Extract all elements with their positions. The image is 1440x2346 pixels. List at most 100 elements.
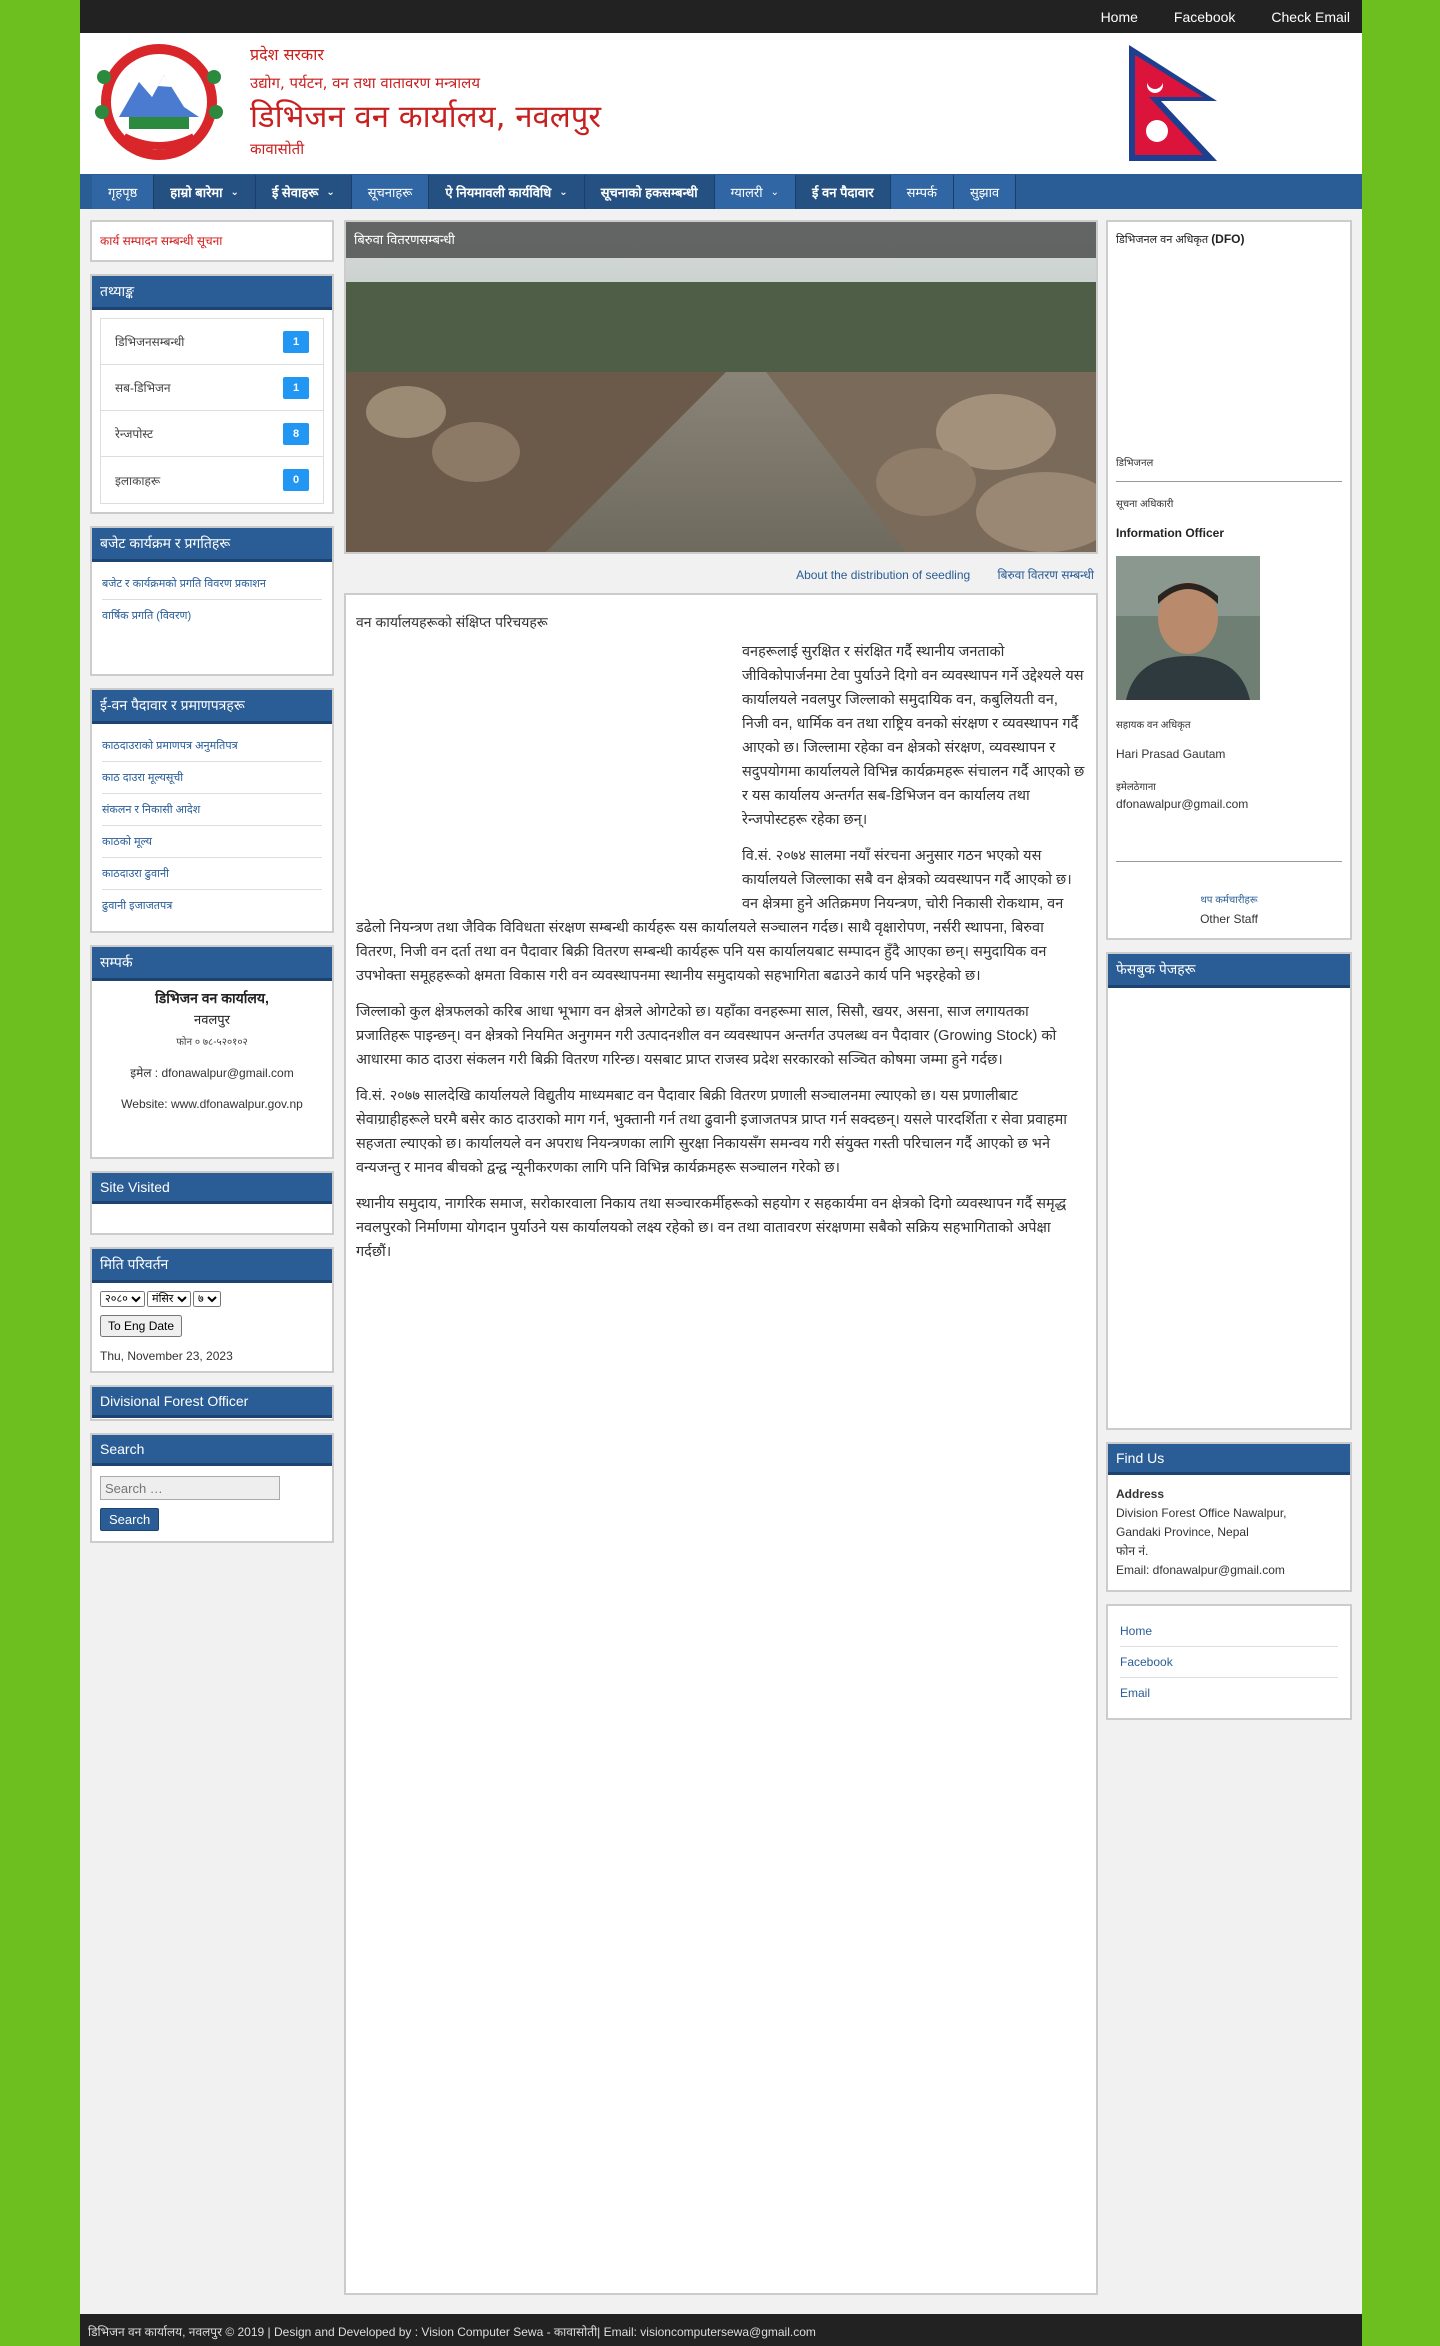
nav-item-label: ई वन पैदावार [812, 185, 874, 200]
top-link-facebook[interactable]: Facebook [1174, 9, 1235, 25]
nav-item[interactable]: सूचनाको हकसम्बन्धी [584, 175, 715, 209]
date-converter-form: २०८० मंसिर ७ To Eng Date Thu, November 23,… [92, 1283, 332, 1371]
search-button[interactable]: Search [100, 1508, 160, 1531]
nav-item[interactable]: ई सेवाहरू ⌄ [255, 175, 352, 209]
slide-links: About the distribution of seedling बिरुव… [344, 554, 1098, 593]
nav-item[interactable]: सम्पर्क [890, 175, 954, 209]
site-visited-title: Site Visited [92, 1173, 332, 1204]
eforest-link[interactable]: काठ दाउरा मूल्यसूची [102, 762, 322, 794]
day-select[interactable]: ७ [193, 1291, 221, 1307]
nav-item[interactable]: सूचनाहरू [351, 175, 430, 209]
nav-item-label: सूचनाको हकसम्बन्धी [600, 185, 698, 200]
contact-phone: फोन ० ७८-५२०१०२ [176, 1037, 248, 1048]
nav-item[interactable]: हाम्रो बारेमा ⌄ [154, 175, 256, 209]
search-title: Search [92, 1435, 332, 1466]
nav-item-label: हाम्रो बारेमा [170, 185, 223, 200]
top-link-home[interactable]: Home [1101, 9, 1138, 25]
page-wrapper: Home Facebook Check Email प्रदेश सरकार उ… [80, 0, 1362, 2346]
nav-item-label: ऐ नियमावली कार्यविधि [445, 185, 552, 200]
contact-widget: सम्पर्क डिभिजन वन कार्यालय, नवलपुर फोन ०… [90, 945, 334, 1159]
contact-district: नवलपुर [194, 1012, 230, 1027]
eforest-link[interactable]: काठदाउरा ढुवानी [102, 858, 322, 890]
stats-widget: तथ्याङ्क डिभिजनसम्बन्धी 1 सब-डिभिजन 1 रेन्… [90, 274, 334, 514]
search-widget: Search Search [90, 1433, 334, 1543]
divider [1116, 861, 1342, 862]
nepal-emblem-logo[interactable] [84, 37, 234, 167]
more-staff-link[interactable]: थप कर्मचारीहरू [1116, 892, 1342, 906]
nav-item[interactable]: ऐ नियमावली कार्यविधि ⌄ [429, 175, 585, 209]
to-eng-date-button[interactable]: To Eng Date [100, 1315, 183, 1337]
dfo-label: डिभिजनल वन अधिकृत (DFO) [1116, 232, 1245, 246]
eforest-link[interactable]: संकलन र निकासी आदेश [102, 794, 322, 826]
budget-widget: बजेट कार्यक्रम र प्रगतिहरू बजेट र कार्यक… [90, 526, 334, 676]
info-officer-designation: सहायक वन अधिकृत [1116, 720, 1191, 731]
slide-caption: बिरुवा वितरणसम्बन्धी [346, 222, 1096, 258]
other-staff-label: Other Staff [1200, 912, 1258, 926]
chevron-down-icon: ⌄ [230, 186, 239, 198]
site-header: प्रदेश सरकार उद्योग, पर्यटन, वन तथा वाता… [80, 33, 1362, 173]
stats-label: इलाकाहरू [115, 473, 161, 488]
stats-row[interactable]: सब-डिभिजन 1 [101, 365, 323, 411]
quick-link-home[interactable]: Home [1120, 1616, 1338, 1647]
quick-link-facebook[interactable]: Facebook [1120, 1647, 1338, 1678]
slide-link-english[interactable]: About the distribution of seedling [796, 568, 970, 582]
contact-title: सम्पर्क [92, 947, 332, 981]
budget-link[interactable]: वार्षिक प्रगति (विवरण) [102, 600, 322, 631]
stats-row[interactable]: डिभिजनसम्बन्धी 1 [101, 319, 323, 365]
contact-block: डिभिजन वन कार्यालय, नवलपुर फोन ० ७८-५२०१… [92, 981, 332, 1119]
search-input[interactable] [100, 1476, 280, 1500]
site-visited-widget: Site Visited [90, 1171, 334, 1235]
header-office-name: डिभिजन वन कार्यालय, नवलपुर [250, 99, 602, 135]
findus-widget: Find Us Address Division Forest Office N… [1106, 1442, 1352, 1592]
quick-link-email[interactable]: Email [1120, 1678, 1338, 1708]
eforest-link[interactable]: काठदाउराको प्रमाणपत्र अनुमतिपत्र [102, 730, 322, 762]
contact-org: डिभिजन वन कार्यालय, [155, 990, 269, 1006]
chevron-down-icon: ⌄ [559, 186, 568, 198]
stats-count-badge: 1 [283, 376, 309, 399]
article-paragraph: जिल्लाको कुल क्षेत्रफलको करिब आधा भूभाग … [356, 1004, 1057, 1068]
search-form: Search [92, 1466, 332, 1541]
nav-item-label: सूचनाहरू [367, 185, 413, 200]
slide-link-nepali[interactable]: बिरुवा वितरण सम्बन्धी [998, 568, 1094, 582]
top-bar: Home Facebook Check Email [80, 0, 1362, 33]
article-paragraph: स्थानीय समुदाय, नागरिक समाज, सरोकारवाला … [356, 1196, 1067, 1260]
eforest-link[interactable]: ढुवानी इजाजतपत्र [102, 890, 322, 921]
findus-address-label: Address [1116, 1487, 1165, 1501]
nav-item-label: ग्यालरी [730, 185, 763, 200]
stats-row[interactable]: रेन्जपोस्ट 8 [101, 411, 323, 457]
nav-item-label: सुझाव [969, 185, 1000, 200]
eforest-widget: ई-वन पैदावार र प्रमाणपत्रहरू काठदाउराको … [90, 688, 334, 933]
dfo-widget: Divisional Forest Officer [90, 1385, 334, 1421]
staff-widget: डिभिजनल वन अधिकृत (DFO) डिभिजनल सूचना अध… [1106, 220, 1352, 940]
nav-item[interactable]: सुझाव [953, 175, 1017, 209]
top-link-check-email[interactable]: Check Email [1271, 9, 1350, 25]
stats-row[interactable]: इलाकाहरू 0 [101, 457, 323, 503]
slide-image [346, 222, 1096, 552]
nav-item[interactable]: ग्यालरी ⌄ [714, 175, 797, 209]
info-officer-role-np: सूचना अधिकारी [1116, 499, 1174, 510]
month-select[interactable]: मंसिर [147, 1291, 191, 1307]
stats-count-badge: 8 [283, 422, 309, 445]
dfo-widget-title: Divisional Forest Officer [92, 1387, 332, 1418]
header-title-block: प्रदेश सरकार उद्योग, पर्यटन, वन तथा वाता… [250, 43, 601, 159]
eforest-link[interactable]: काठको मूल्य [102, 826, 322, 858]
staff-block: डिभिजनल वन अधिकृत (DFO) डिभिजनल सूचना अध… [1108, 222, 1350, 938]
facebook-widget: फेसबुक पेजहरू [1106, 952, 1352, 1430]
findus-email: Email: dfonawalpur@gmail.com [1116, 1563, 1285, 1577]
nav-item[interactable]: गृहपृष्ठ [92, 175, 155, 209]
image-slider[interactable]: बिरुवा वितरणसम्बन्धी [344, 220, 1098, 554]
notice-link[interactable]: कार्य सम्पादन सम्बन्धी सूचना [90, 220, 334, 262]
budget-link[interactable]: बजेट र कार्यक्रमको प्रगति विवरण प्रकाशन [102, 568, 322, 600]
date-converter-title: मिति परिवर्तन [92, 1249, 332, 1283]
stats-label: रेन्जपोस्ट [115, 427, 154, 441]
facebook-embed[interactable] [1108, 988, 1350, 1428]
nav-item[interactable]: ई वन पैदावार [796, 175, 891, 209]
budget-title: बजेट कार्यक्रम र प्रगतिहरू [92, 528, 332, 562]
main-content: बिरुवा वितरणसम्बन्धी About the distribut… [344, 220, 1098, 2295]
article-paragraph: वि.सं. २०७७ सालदेखि कार्यालयले विद्युतीय… [356, 1088, 1068, 1176]
article-title: वन कार्यालयहरूको संक्षिप्त परिचयहरू [356, 614, 548, 630]
year-select[interactable]: २०८० [100, 1291, 145, 1307]
left-sidebar: कार्य सम्पादन सम्बन्धी सूचना तथ्याङ्क डि… [90, 220, 334, 1555]
today-date: Thu, November 23, 2023 [100, 1349, 233, 1363]
info-officer-photo [1116, 556, 1260, 700]
